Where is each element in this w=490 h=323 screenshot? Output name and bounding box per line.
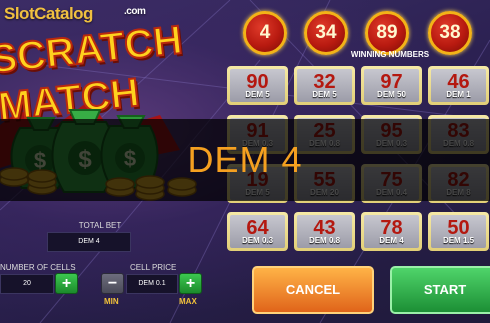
price-minus-button[interactable]: − [101,273,124,294]
cells-plus-button[interactable]: + [55,273,78,294]
cell-price-label: CELL PRICE [130,263,177,272]
price-plus-button[interactable]: + [179,273,202,294]
winning-numbers-label: WINNING NUMBERS [350,50,430,59]
scratch-cell[interactable]: 46 DEM 1 [428,66,489,105]
cell-prize: DEM 4 [379,236,404,245]
watermark-logo: SlotCatalog .com [4,4,146,23]
cell-price-display: DEM 0.1 [126,274,178,294]
min-label[interactable]: MIN [104,297,119,306]
win-amount-text: DEM 4 [187,139,303,180]
winning-number-2: 34 [304,11,348,55]
scratch-cell[interactable]: 32 DEM 5 [294,66,355,105]
cell-face: 90 DEM 5 [230,69,285,102]
number-of-cells-label: NUMBER OF CELLS [0,263,76,272]
total-bet-display: DEM 4 [47,232,131,252]
cell-face: 46 DEM 1 [431,69,486,102]
cell-prize: DEM 5 [245,90,270,99]
scratch-cell[interactable]: 90 DEM 5 [227,66,288,105]
cell-prize: DEM 0.3 [241,236,274,245]
number-of-cells-display: 20 [0,274,54,294]
cell-face: 78 DEM 4 [364,215,419,248]
max-label[interactable]: MAX [179,297,197,306]
cell-face: 43 DEM 0.8 [297,215,352,248]
scratch-cell[interactable]: 64 DEM 0.3 [227,212,288,251]
cell-face: 97 DEM 50 [364,69,419,102]
cell-face: 50 DEM 1.5 [431,215,486,248]
cell-prize: DEM 0.8 [308,236,341,245]
winning-number-1: 4 [243,11,287,55]
cell-face: 64 DEM 0.3 [230,215,285,248]
cancel-button[interactable]: CANCEL [252,266,374,314]
scratch-cell[interactable]: 43 DEM 0.8 [294,212,355,251]
cell-prize: DEM 50 [377,90,406,99]
game-screen: SlotCatalog.com SCRATCH MATCH $ $ $ [0,0,490,323]
cell-face: 32 DEM 5 [297,69,352,102]
winning-number-4: 38 [428,11,472,55]
total-bet-label: TOTAL BET [78,221,122,230]
scratch-cell[interactable]: 78 DEM 4 [361,212,422,251]
cell-prize: DEM 5 [312,90,337,99]
winning-number-3: 89 [365,11,409,55]
cell-prize: DEM 1 [446,90,471,99]
scratch-cell[interactable]: 97 DEM 50 [361,66,422,105]
win-overlay: DEM 4 [0,119,490,201]
start-button[interactable]: START [390,266,490,314]
scratch-cell[interactable]: 50 DEM 1.5 [428,212,489,251]
cell-prize: DEM 1.5 [442,236,475,245]
